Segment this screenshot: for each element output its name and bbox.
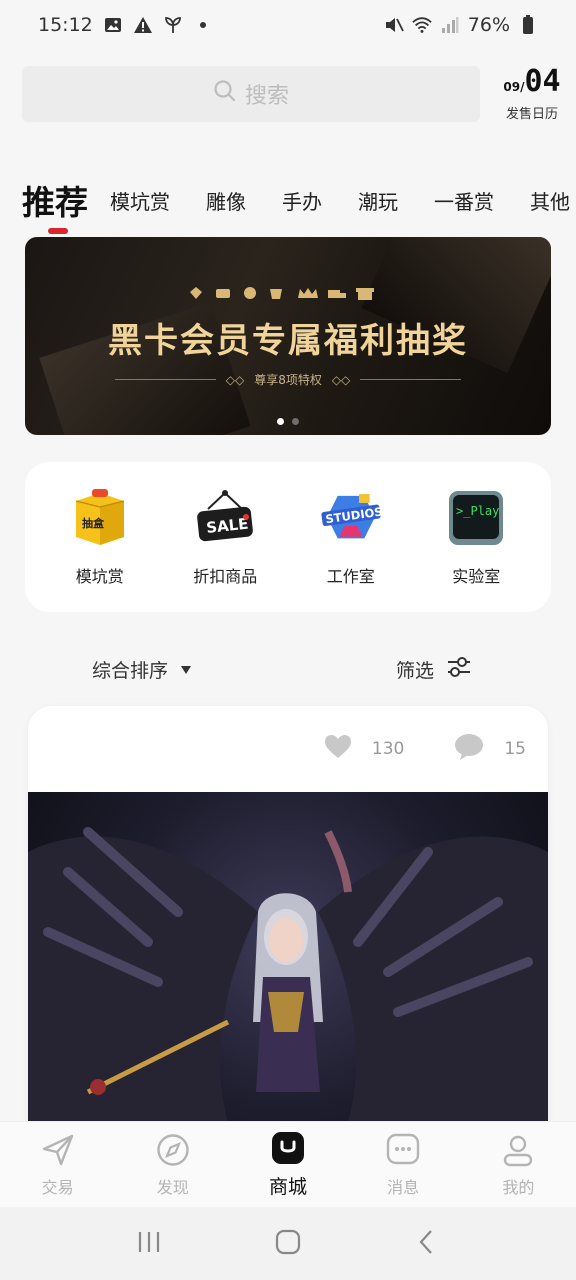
tab-other[interactable]: 其他 [530,186,570,215]
sort-filter-row: 综合排序 筛选 [92,652,472,686]
play-text: >_Play [456,504,499,518]
nav-discover[interactable]: 发现 [128,1132,218,1198]
tab-mokeng[interactable]: 模坑赏 [110,186,170,215]
comment-count: 15 [504,739,526,759]
profile-icon [500,1132,536,1168]
status-bar: 15:12 76% [0,0,576,50]
image-notification-icon [103,15,123,35]
sort-label: 综合排序 [92,659,169,682]
like-stat[interactable]: 130 [324,734,404,765]
category-tabs: 推荐 模坑赏 雕像 手办 潮玩 一番赏 其他 [22,170,576,234]
tab-ichiban[interactable]: 一番赏 [434,186,494,215]
category-discount[interactable]: SALE 折扣商品 [170,487,280,587]
divider [360,379,462,380]
blind-box-text: 抽盒 [82,516,105,530]
category-label: 工作室 [326,567,375,586]
banner-title: 黑卡会员专属福利抽奖 [108,321,468,361]
paper-plane-icon [40,1132,76,1168]
promo-banner[interactable]: 黑卡会员专属福利抽奖 ◇◇ 尊享8项特权 ◇◇ [25,237,551,435]
signal-icon [440,15,460,35]
system-navigation [0,1207,576,1280]
category-mokeng[interactable]: 抽盒 模坑赏 [45,487,155,587]
chat-icon [385,1132,421,1168]
mall-icon [270,1130,306,1166]
nav-messages[interactable]: 消息 [358,1132,448,1198]
comment-stat[interactable]: 15 [454,733,526,766]
battery-icon [518,15,538,35]
tab-recommended[interactable]: 推荐 [22,176,88,234]
nav-label: 交易 [41,1177,74,1197]
wifi-icon [412,15,432,35]
back-icon[interactable] [414,1229,440,1259]
mute-icon [384,15,404,35]
tab-trendy-toys[interactable]: 潮玩 [358,186,398,215]
product-image [28,792,548,1122]
category-studio[interactable]: STUDIOS 工作室 [296,487,406,587]
banner-subtitle: 尊享8项特权 [254,373,322,387]
sale-sign-icon: SALE [194,487,256,549]
divider [115,379,216,380]
leaf-notification-icon [163,15,183,35]
calendar-label: 发售日历 [505,106,558,122]
nav-profile[interactable]: 我的 [473,1132,563,1198]
search-icon [213,79,237,109]
calendar-day: 04 [524,63,561,99]
diamond-icon: ◇◇ [225,372,245,387]
status-time: 15:12 [38,14,93,36]
category-shortcuts: 抽盒 模坑赏 SALE 折扣商品 STUDIOS 工作室 >_Play 实验室 [25,462,551,612]
nav-label: 我的 [502,1177,535,1197]
search-placeholder: 搜索 [244,84,289,109]
category-label: 折扣商品 [193,567,258,586]
nav-trade[interactable]: 交易 [13,1132,103,1198]
nav-mall[interactable]: 商城 [243,1130,333,1199]
nav-label: 消息 [387,1177,420,1197]
sliders-icon [446,656,472,683]
calendar-month: 09/ [503,79,525,94]
carousel-indicator [25,418,551,425]
battery-percent: 76% [467,14,510,36]
like-count: 130 [371,739,405,759]
comment-icon [454,733,484,766]
dot-icon [193,15,213,35]
category-label: 实验室 [452,567,501,586]
sort-dropdown[interactable]: 综合排序 [92,656,192,683]
category-label: 模坑赏 [75,567,124,586]
filter-label: 筛选 [395,659,434,682]
heart-icon [324,734,352,765]
carousel-dot-active [277,418,284,425]
diamond-icon: ◇◇ [331,372,351,387]
filter-button[interactable]: 筛选 [396,656,472,683]
studios-icon: STUDIOS [320,487,382,549]
card-stats: 130 15 [28,706,548,792]
tab-figure[interactable]: 手办 [282,186,322,215]
terminal-play-icon: >_Play [445,487,507,549]
blind-box-icon: 抽盒 [69,487,131,549]
carousel-dot [292,418,299,425]
privilege-icons [25,285,551,305]
category-lab[interactable]: >_Play 实验室 [421,487,531,587]
release-calendar-button[interactable]: 09/ 04 发售日历 [502,63,562,122]
compass-icon [155,1132,191,1168]
tab-statue[interactable]: 雕像 [206,186,246,215]
search-input[interactable]: 搜索 [22,66,480,122]
nav-label: 商城 [268,1176,307,1198]
bottom-navigation: 交易 发现 商城 消息 我的 [0,1121,576,1207]
nav-label: 发现 [156,1177,189,1197]
search-row: 搜索 09/ 04 发售日历 [22,66,562,122]
banner-subtitle-row: ◇◇ 尊享8项特权 ◇◇ [115,371,462,388]
home-icon[interactable] [275,1229,301,1259]
warning-icon [133,15,153,35]
caret-down-icon [180,658,192,680]
recent-apps-icon[interactable] [136,1229,162,1259]
